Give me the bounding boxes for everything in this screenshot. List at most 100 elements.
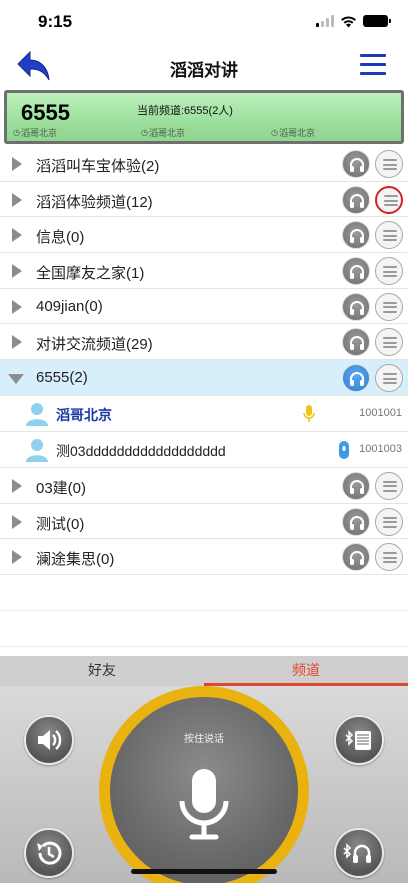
member-id: 1001003	[359, 442, 402, 455]
empty-row	[0, 611, 408, 647]
headphone-button[interactable]	[342, 185, 370, 214]
member-name: 测03dddddddddddddddddd	[56, 442, 226, 459]
channel-label: 对讲交流频道(29)	[36, 336, 153, 354]
hamburger-menu-icon	[360, 54, 386, 75]
channel-row[interactable]: 全国摩友之家(1)	[0, 253, 408, 289]
expand-arrow-icon[interactable]	[12, 228, 22, 243]
headphone-icon	[350, 158, 364, 172]
headphone-icon	[350, 372, 364, 387]
nav-bar: 滔滔对讲	[0, 44, 408, 88]
tab-channels[interactable]: 频道	[204, 656, 408, 686]
user-small-icon: ◷	[271, 128, 278, 137]
channel-menu-button[interactable]	[375, 185, 403, 214]
channel-row[interactable]: 滔滔体验频道(12)	[0, 181, 408, 218]
member-row[interactable]: 测03dddddddddddddddddd 1001003	[0, 431, 408, 468]
expand-arrow-icon[interactable]	[12, 264, 22, 279]
current-channel-info: 当前频道:6555(2人)	[137, 105, 233, 117]
expand-arrow-icon[interactable]	[12, 335, 22, 350]
microphone-icon	[303, 404, 315, 422]
status-icons	[316, 14, 391, 28]
bluetooth-radio-icon	[345, 730, 371, 750]
headphone-button[interactable]	[342, 150, 370, 178]
panel-user: ◷ 滔哥北京	[271, 128, 315, 138]
channel-label: 409jian(0)	[36, 297, 103, 315]
channel-list: 滔滔叫车宝体验(2) 滔滔体验频道(12) 信息(0) 全国摩友之家(1) 40…	[0, 146, 408, 647]
ptt-ring: 按住说话	[99, 686, 309, 883]
channel-row[interactable]: 澜途集思(0)	[0, 539, 408, 575]
expand-arrow-icon[interactable]	[12, 550, 22, 565]
headphone-icon	[350, 479, 364, 494]
expand-arrow-icon[interactable]	[12, 157, 22, 171]
status-bar: 9:15	[0, 0, 408, 44]
ptt-label: 按住说话	[184, 734, 224, 745]
signal-icon	[316, 15, 334, 27]
headphone-button[interactable]	[342, 471, 370, 500]
page-title: 滔滔对讲	[170, 61, 238, 80]
panel-user: ◷ 滔哥北京	[13, 128, 57, 138]
wifi-icon	[341, 15, 356, 27]
channel-menu-button[interactable]	[375, 292, 403, 321]
headphone-button[interactable]	[342, 328, 370, 357]
headphone-icon	[350, 336, 364, 351]
headphone-icon	[350, 551, 364, 566]
headphone-button[interactable]	[342, 543, 370, 572]
expand-arrow-icon[interactable]	[12, 514, 22, 529]
bluetooth-headset-button[interactable]	[334, 828, 384, 878]
channel-menu-button[interactable]	[375, 328, 403, 357]
headphone-icon	[350, 193, 364, 208]
channel-label: 信息(0)	[36, 229, 85, 247]
battery-icon	[363, 15, 391, 27]
channel-row[interactable]: 03建(0)	[0, 467, 408, 504]
member-name: 滔哥北京	[56, 406, 112, 423]
menu-button[interactable]	[360, 54, 386, 78]
user-small-icon: ◷	[13, 128, 20, 137]
channel-row[interactable]: 对讲交流频道(29)	[0, 324, 408, 361]
channel-menu-button[interactable]	[375, 221, 403, 250]
collapse-arrow-icon[interactable]	[8, 374, 24, 385]
home-indicator	[131, 869, 277, 874]
channel-menu-button[interactable]	[375, 150, 403, 178]
channel-row[interactable]: 409jian(0)	[0, 288, 408, 325]
current-channel-number: 6555	[21, 100, 70, 125]
headphone-button[interactable]	[342, 292, 370, 321]
channel-label: 03建(0)	[36, 479, 87, 497]
channel-label: 测试(0)	[36, 515, 85, 533]
channel-label: 全国摩友之家(1)	[36, 265, 145, 283]
channel-label: 澜途集思(0)	[36, 551, 115, 569]
tab-friends[interactable]: 好友	[0, 656, 204, 686]
channel-row[interactable]: 测试(0)	[0, 503, 408, 540]
expand-arrow-icon[interactable]	[12, 299, 22, 314]
user-avatar-icon	[26, 438, 48, 462]
bluetooth-headset-icon	[343, 843, 371, 863]
bluetooth-device-icon	[339, 440, 349, 459]
headphone-button[interactable]	[342, 507, 370, 536]
push-to-talk-button[interactable]: 按住说话	[110, 697, 298, 883]
channel-menu-button[interactable]	[375, 257, 403, 286]
headphone-button[interactable]	[342, 221, 370, 250]
headphone-button[interactable]	[342, 257, 370, 286]
bluetooth-ptt-button[interactable]	[334, 715, 384, 765]
expand-arrow-icon[interactable]	[12, 192, 22, 207]
channel-menu-button[interactable]	[375, 471, 403, 500]
channel-menu-button[interactable]	[375, 507, 403, 536]
headphone-icon	[350, 515, 364, 530]
speaker-button[interactable]	[24, 715, 74, 765]
member-row[interactable]: 滔哥北京 1001001	[0, 395, 408, 432]
control-area: 按住说话	[0, 686, 408, 883]
channel-row[interactable]: 滔滔叫车宝体验(2)	[0, 146, 408, 182]
expand-arrow-icon[interactable]	[12, 478, 22, 493]
user-avatar-icon	[26, 402, 48, 426]
microphone-icon	[179, 769, 229, 840]
channel-menu-button[interactable]	[375, 543, 403, 572]
empty-row	[0, 575, 408, 611]
headphone-icon	[350, 229, 364, 244]
channel-label: 6555(2)	[36, 369, 88, 387]
channel-row-selected[interactable]: 6555(2)	[0, 360, 408, 396]
headphone-button[interactable]	[342, 364, 370, 393]
status-time: 9:15	[38, 12, 73, 31]
history-button[interactable]	[24, 828, 74, 878]
channel-menu-button[interactable]	[375, 364, 403, 393]
tab-bar: 好友 频道	[0, 656, 408, 686]
user-small-icon: ◷	[141, 128, 148, 137]
channel-row[interactable]: 信息(0)	[0, 217, 408, 254]
